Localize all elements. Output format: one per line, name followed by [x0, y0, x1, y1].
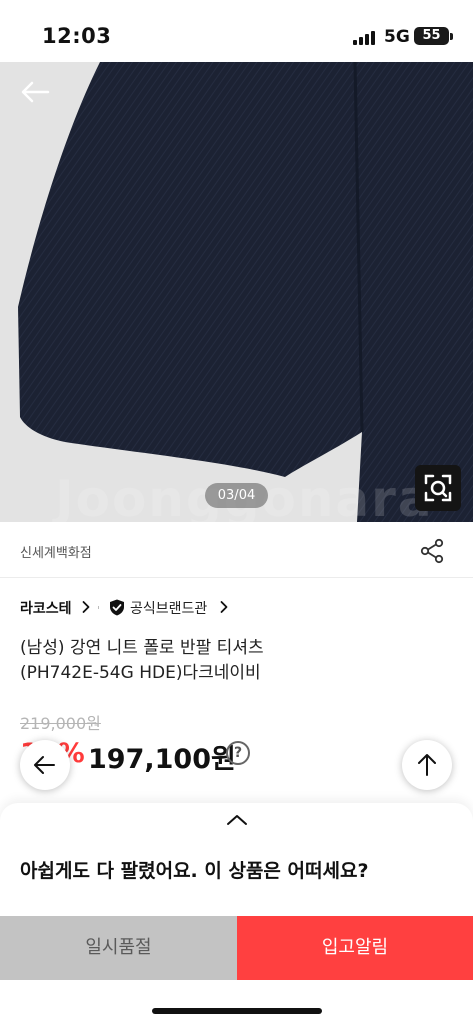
image-counter: 03/04 — [205, 483, 268, 508]
share-icon[interactable] — [420, 538, 444, 564]
home-indicator — [152, 1008, 322, 1014]
product-title-line-1: (남성) 강연 니트 폴로 반팔 티셔츠 — [20, 638, 264, 658]
original-price: 219,000원 — [20, 714, 101, 733]
action-bar: 일시품절 입고알림 — [0, 916, 473, 980]
scan-icon[interactable] — [415, 465, 461, 511]
sheet-title: 아쉽게도 다 팔렸어요. 이 상품은 어떠세요? — [20, 860, 369, 882]
scroll-top-button[interactable] — [402, 740, 452, 790]
seller-name[interactable]: 신세계백화점 — [20, 542, 92, 561]
floating-back-button[interactable] — [20, 740, 70, 790]
seller-row: 신세계백화점 — [0, 522, 473, 578]
status-time: 12:03 — [42, 24, 112, 48]
shield-check-icon — [110, 599, 124, 616]
product-image[interactable] — [0, 62, 473, 522]
help-icon[interactable]: ? — [226, 741, 250, 765]
official-brand-link[interactable]: 공식브랜드관 — [130, 598, 207, 618]
signal-icon — [353, 31, 375, 45]
brand-link[interactable]: 라코스테 — [20, 598, 72, 618]
arrow-up-icon — [418, 754, 436, 776]
chevron-right-icon[interactable] — [82, 600, 90, 614]
network-label: 5G — [384, 27, 410, 47]
garment-photo — [0, 62, 473, 522]
battery-icon: 55 — [414, 27, 449, 45]
product-title-line-2: (PH742E-54G HDE)다크네이비 — [20, 663, 261, 683]
restock-notify-button[interactable]: 입고알림 — [237, 916, 473, 980]
battery-cap — [450, 33, 453, 40]
back-arrow-icon[interactable] — [20, 80, 50, 104]
soldout-button[interactable]: 일시품절 — [0, 916, 237, 980]
divider — [98, 606, 99, 609]
sale-price: 197,100원 — [88, 744, 236, 775]
chevron-up-icon[interactable] — [226, 813, 248, 827]
back-arrow-icon — [34, 756, 55, 774]
chevron-right-icon[interactable] — [220, 600, 228, 614]
recommendation-sheet — [0, 803, 473, 1024]
status-bar: 12:03 5G 55 — [0, 0, 473, 62]
